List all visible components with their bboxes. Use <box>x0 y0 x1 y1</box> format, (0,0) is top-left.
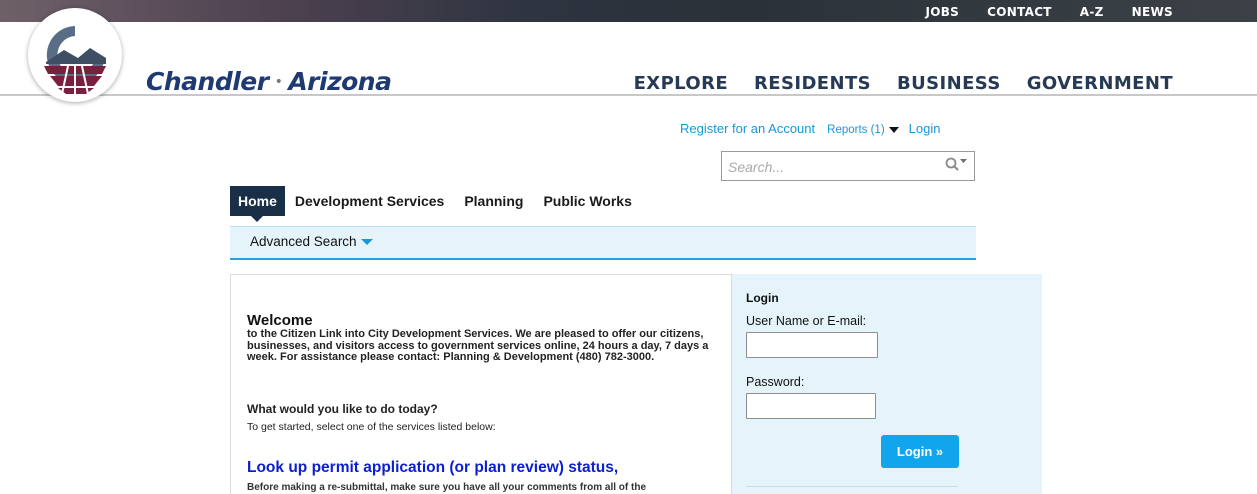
wordmark-separator: • <box>274 74 283 90</box>
search-button[interactable] <box>944 156 968 174</box>
username-field[interactable] <box>746 332 878 358</box>
login-divider <box>746 486 958 487</box>
todo-instruction: To get started, select one of the servic… <box>247 421 496 433</box>
util-link-news[interactable]: NEWS <box>1132 5 1173 19</box>
username-label: User Name or E-mail: <box>746 314 867 328</box>
magnifier-icon <box>945 157 967 171</box>
main-nav-government[interactable]: GOVERNMENT <box>1027 73 1173 94</box>
todo-heading: What would you like to do today? <box>247 402 438 416</box>
reports-caret-icon[interactable] <box>888 127 899 133</box>
wordmark-state: Arizona <box>288 67 392 96</box>
module-tabs: Home Development Services Planning Publi… <box>230 186 642 222</box>
login-panel: Login User Name or E-mail: Password: Log… <box>732 274 1042 494</box>
global-search <box>721 151 975 181</box>
util-link-jobs[interactable]: JOBS <box>925 5 959 19</box>
welcome-heading: Welcome <box>247 312 313 329</box>
main-nav-business[interactable]: BUSINESS <box>897 73 1001 94</box>
tab-planning[interactable]: Planning <box>454 186 533 216</box>
utility-nav: JOBS CONTACT A-Z NEWS <box>925 5 1173 19</box>
main-nav-residents[interactable]: RESIDENTS <box>754 73 871 94</box>
login-button[interactable]: Login » <box>881 435 959 468</box>
main-nav: EXPLORE RESIDENTS BUSINESS GOVERNMENT <box>634 73 1173 94</box>
util-link-contact[interactable]: CONTACT <box>987 5 1052 19</box>
sub-navigation: Advanced Search <box>230 226 976 260</box>
reports-menu[interactable]: Reports (1) <box>827 124 885 136</box>
lookup-permit-status-link[interactable]: Look up permit application (or plan revi… <box>247 459 618 477</box>
site-wordmark[interactable]: Chandler • Arizona <box>146 67 392 96</box>
city-seal-icon <box>44 26 106 95</box>
account-links: Register for an Account Reports (1) Logi… <box>680 121 940 136</box>
password-label: Password: <box>746 375 805 389</box>
chevron-down-icon <box>360 238 373 245</box>
advanced-search-menu[interactable]: Advanced Search <box>250 234 373 249</box>
tab-public-works[interactable]: Public Works <box>533 186 641 216</box>
advanced-search-label: Advanced Search <box>250 234 357 249</box>
search-input[interactable] <box>728 154 928 180</box>
register-link[interactable]: Register for an Account <box>680 121 815 136</box>
password-field[interactable] <box>746 393 876 419</box>
login-link[interactable]: Login <box>909 121 941 136</box>
welcome-text: to the Citizen Link into City Developmen… <box>247 328 709 363</box>
tab-development-services[interactable]: Development Services <box>285 186 454 216</box>
city-logo[interactable] <box>28 8 122 102</box>
tab-home[interactable]: Home <box>230 186 285 222</box>
login-title: Login <box>746 291 779 305</box>
welcome-panel: Welcome to the Citizen Link into City De… <box>230 274 732 494</box>
wordmark-city: Chandler <box>146 67 269 96</box>
lookup-permit-description: Before making a re-submittal, make sure … <box>247 482 647 493</box>
utility-bar: JOBS CONTACT A-Z NEWS <box>0 0 1257 22</box>
site-header: Chandler • Arizona EXPLORE RESIDENTS BUSIN… <box>0 22 1257 96</box>
util-link-a-z[interactable]: A-Z <box>1080 5 1104 19</box>
main-nav-explore[interactable]: EXPLORE <box>634 73 728 94</box>
